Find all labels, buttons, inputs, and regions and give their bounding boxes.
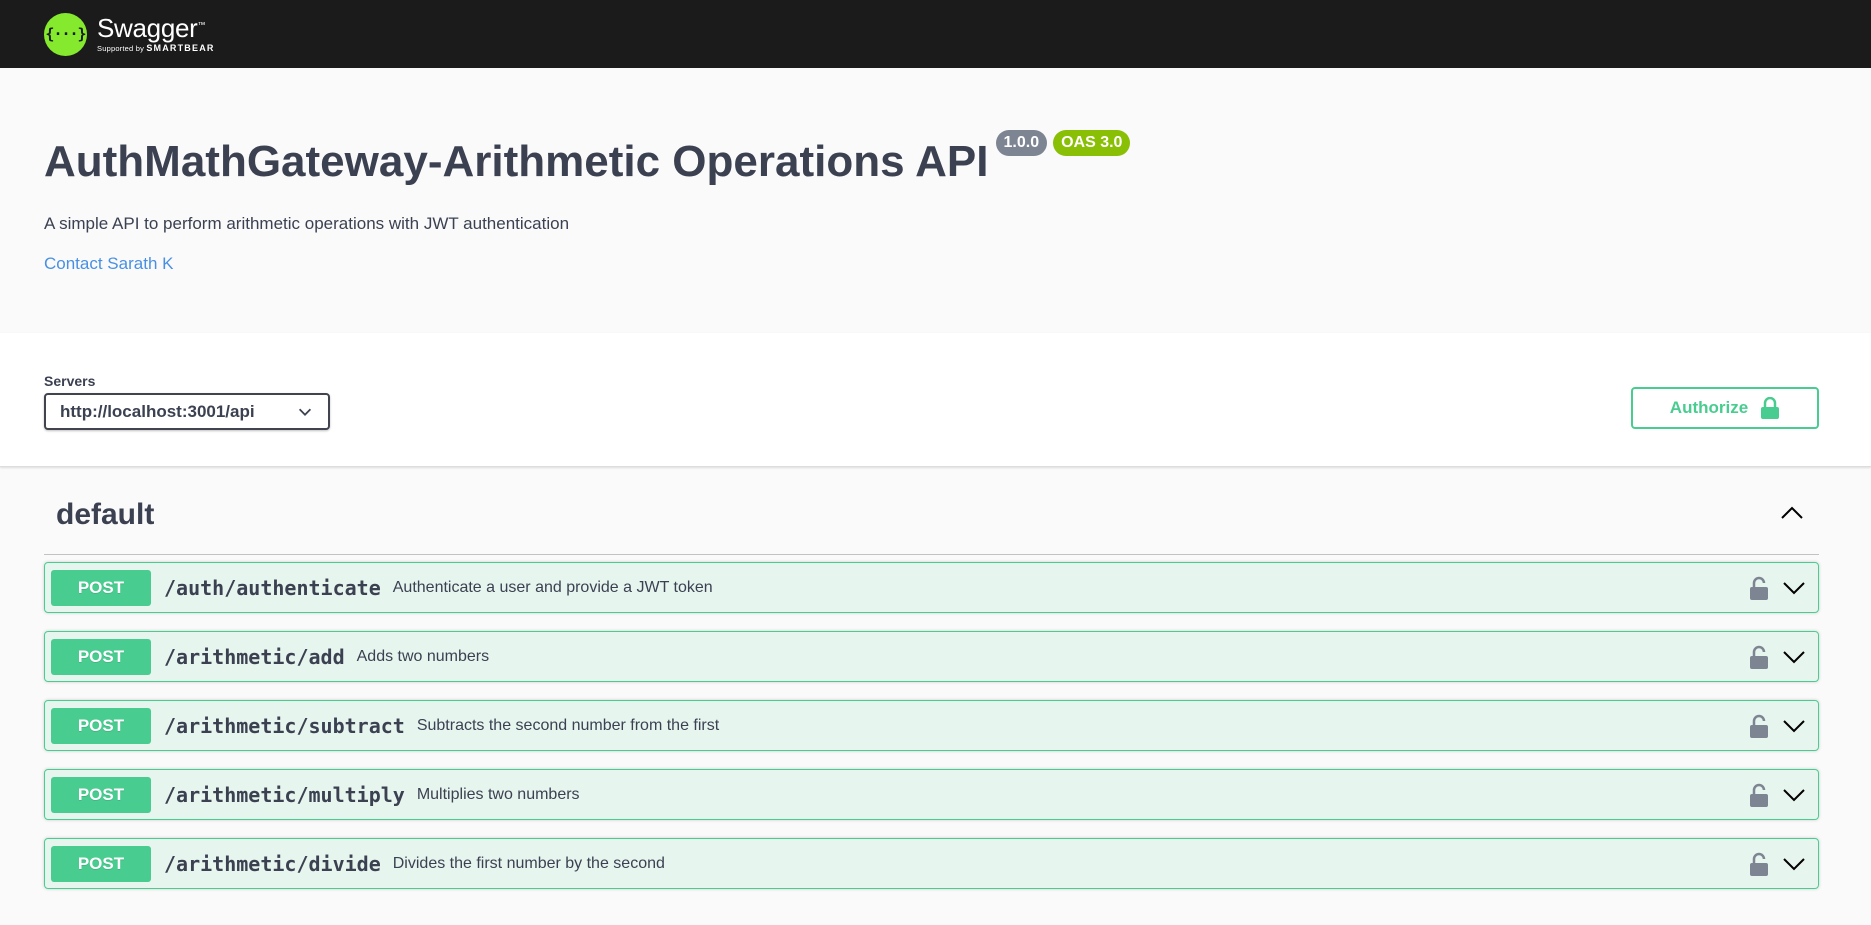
operation-summary: Subtracts the second number from the fir… [416,716,720,734]
operation-auth-authenticate[interactable]: POST /auth/authenticate Authenticate a u… [44,562,1819,613]
operation-path: /auth/authenticate [164,575,381,600]
operation-icons [1749,770,1806,819]
lock-icon [1761,397,1780,419]
logo-name-text: Swagger [97,13,198,43]
oas-badge: OAS 3.0 [1053,130,1131,156]
method-badge: POST [51,638,151,675]
lock-open-icon[interactable] [1749,714,1769,738]
version-badge: 1.0.0 [995,130,1048,156]
logo-text: Swagger™ Supported by SMARTBEAR [97,15,215,53]
swagger-logo[interactable]: {···} Swagger™ Supported by SMARTBEAR [44,12,215,56]
operation-arithmetic-subtract[interactable]: POST /arithmetic/subtract Subtracts the … [44,700,1819,751]
server-select[interactable]: http://localhost:3001/api [44,393,330,430]
lock-open-icon[interactable] [1749,576,1769,600]
operation-icons [1749,701,1806,750]
method-badge: POST [51,845,151,882]
operation-icons [1749,563,1806,612]
server-select-value: http://localhost:3001/api [60,401,255,421]
operation-summary: Divides the first number by the second [392,854,665,872]
chevron-down-icon[interactable] [1782,576,1806,600]
api-info: AuthMathGateway-Arithmetic Operations AP… [0,68,1871,333]
authorize-label: Authorize [1669,398,1749,417]
chevron-down-icon[interactable] [1782,852,1806,876]
logo-sub-prefix: Supported by [97,44,145,53]
tag-header-default[interactable]: default [44,467,1819,555]
chevron-down-icon[interactable] [1782,645,1806,669]
operation-arithmetic-add[interactable]: POST /arithmetic/add Adds two numbers [44,631,1819,682]
method-badge: POST [51,776,151,813]
operation-path: /arithmetic/divide [164,851,381,876]
logo-tm: ™ [197,20,206,30]
operations-section: default POST /auth/authenticate Authenti… [0,467,1871,889]
operation-path: /arithmetic/add [164,644,345,669]
topbar: {···} Swagger™ Supported by SMARTBEAR [0,0,1871,68]
page-title: AuthMathGateway-Arithmetic Operations AP… [44,137,989,186]
servers-label: Servers [44,373,96,389]
api-description: A simple API to perform arithmetic opera… [44,214,570,233]
swagger-logo-icon: {···} [44,12,87,56]
operation-icons [1749,632,1806,681]
operation-summary: Multiplies two numbers [416,785,580,803]
method-badge: POST [51,707,151,744]
lock-open-icon[interactable] [1749,852,1769,876]
operation-arithmetic-divide[interactable]: POST /arithmetic/divide Divides the firs… [44,838,1819,889]
method-badge: POST [51,569,151,606]
chevron-down-icon [298,408,312,416]
chevron-up-icon[interactable] [1779,500,1805,526]
chevron-down-icon[interactable] [1782,783,1806,807]
contact-link[interactable]: Contact Sarath K [44,254,173,274]
logo-name: Swagger™ [97,15,215,41]
tag-name: default [56,497,155,531]
operation-arithmetic-multiply[interactable]: POST /arithmetic/multiply Multiplies two… [44,769,1819,820]
authorize-button[interactable]: Authorize [1631,387,1819,429]
lock-open-icon[interactable] [1749,645,1769,669]
operation-icons [1749,839,1806,888]
logo-sub-brand: SMARTBEAR [146,43,215,53]
logo-subtitle: Supported by SMARTBEAR [97,44,215,53]
operation-summary: Adds two numbers [356,647,490,665]
operation-path: /arithmetic/multiply [164,782,405,807]
chevron-down-icon[interactable] [1782,714,1806,738]
operation-summary: Authenticate a user and provide a JWT to… [392,578,713,596]
operation-path: /arithmetic/subtract [164,713,405,738]
title-row: AuthMathGateway-Arithmetic Operations AP… [44,130,1827,184]
lock-open-icon[interactable] [1749,783,1769,807]
servers-section: Servers http://localhost:3001/api Author… [0,333,1871,467]
